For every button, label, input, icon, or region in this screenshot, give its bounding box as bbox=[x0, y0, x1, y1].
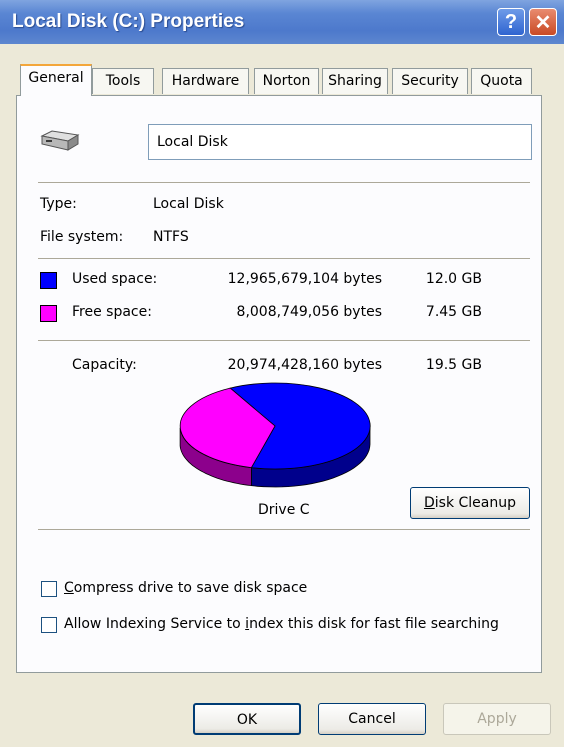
capacity-bytes: 20,974,428,160 bytes bbox=[227, 357, 382, 373]
drive-name-input[interactable]: Local Disk bbox=[148, 124, 532, 160]
disk-cleanup-button[interactable]: Disk Cleanup bbox=[410, 487, 530, 519]
tab-hardware[interactable]: Hardware bbox=[162, 68, 249, 94]
indexing-checkbox[interactable] bbox=[41, 617, 57, 633]
used-space-gb: 12.0 GB bbox=[425, 271, 482, 287]
capacity-gb: 19.5 GB bbox=[425, 357, 482, 373]
cancel-button[interactable]: Cancel bbox=[318, 703, 426, 735]
type-label: Type: bbox=[40, 196, 77, 212]
compress-text: ompress drive to save disk space bbox=[73, 580, 308, 596]
disk-cleanup-label: isk Cleanup bbox=[434, 495, 516, 511]
help-button[interactable]: ? bbox=[497, 8, 525, 36]
used-space-label: Used space: bbox=[72, 271, 158, 287]
indexing-text-after: ndex this disk for fast file searching bbox=[249, 616, 499, 632]
file-system-label: File system: bbox=[40, 229, 124, 245]
type-value: Local Disk bbox=[153, 196, 224, 212]
tab-norton[interactable]: Norton bbox=[254, 68, 319, 94]
free-space-swatch bbox=[40, 305, 57, 322]
apply-button[interactable]: Apply bbox=[443, 703, 551, 735]
free-space-gb: 7.45 GB bbox=[425, 304, 482, 320]
tab-quota[interactable]: Quota bbox=[471, 68, 532, 94]
tab-security[interactable]: Security bbox=[392, 68, 468, 94]
indexing-text-before: Allow Indexing Service to bbox=[64, 616, 246, 632]
free-space-label: Free space: bbox=[72, 304, 152, 320]
hard-drive-icon bbox=[40, 130, 80, 151]
divider bbox=[38, 182, 530, 183]
capacity-label: Capacity: bbox=[72, 357, 137, 373]
used-space-bytes: 12,965,679,104 bytes bbox=[227, 271, 382, 287]
file-system-value: NTFS bbox=[153, 229, 189, 245]
title-bar[interactable]: Local Disk (C:) Properties ? ✕ bbox=[0, 0, 564, 44]
divider bbox=[38, 258, 530, 259]
tab-tools[interactable]: Tools bbox=[92, 68, 154, 94]
window-title: Local Disk (C:) Properties bbox=[12, 11, 245, 32]
properties-dialog: Local Disk (C:) Properties ? ✕ General T… bbox=[0, 0, 564, 747]
disk-cleanup-accelerator: D bbox=[423, 495, 435, 511]
ok-button[interactable]: OK bbox=[193, 703, 301, 735]
divider bbox=[38, 529, 530, 530]
disk-usage-pie-chart bbox=[179, 382, 371, 488]
tab-general[interactable]: General bbox=[20, 64, 92, 96]
divider bbox=[38, 340, 530, 341]
free-space-bytes: 8,008,749,056 bytes bbox=[236, 304, 382, 320]
indexing-label[interactable]: Allow Indexing Service to index this dis… bbox=[64, 616, 499, 632]
used-space-swatch bbox=[40, 272, 57, 289]
compress-checkbox[interactable] bbox=[41, 581, 57, 597]
compress-label[interactable]: Compress drive to save disk space bbox=[64, 580, 307, 596]
close-button[interactable]: ✕ bbox=[529, 8, 557, 36]
drive-label: Drive C bbox=[258, 502, 310, 518]
compress-accelerator: C bbox=[64, 580, 74, 596]
tab-sharing[interactable]: Sharing bbox=[322, 68, 388, 94]
